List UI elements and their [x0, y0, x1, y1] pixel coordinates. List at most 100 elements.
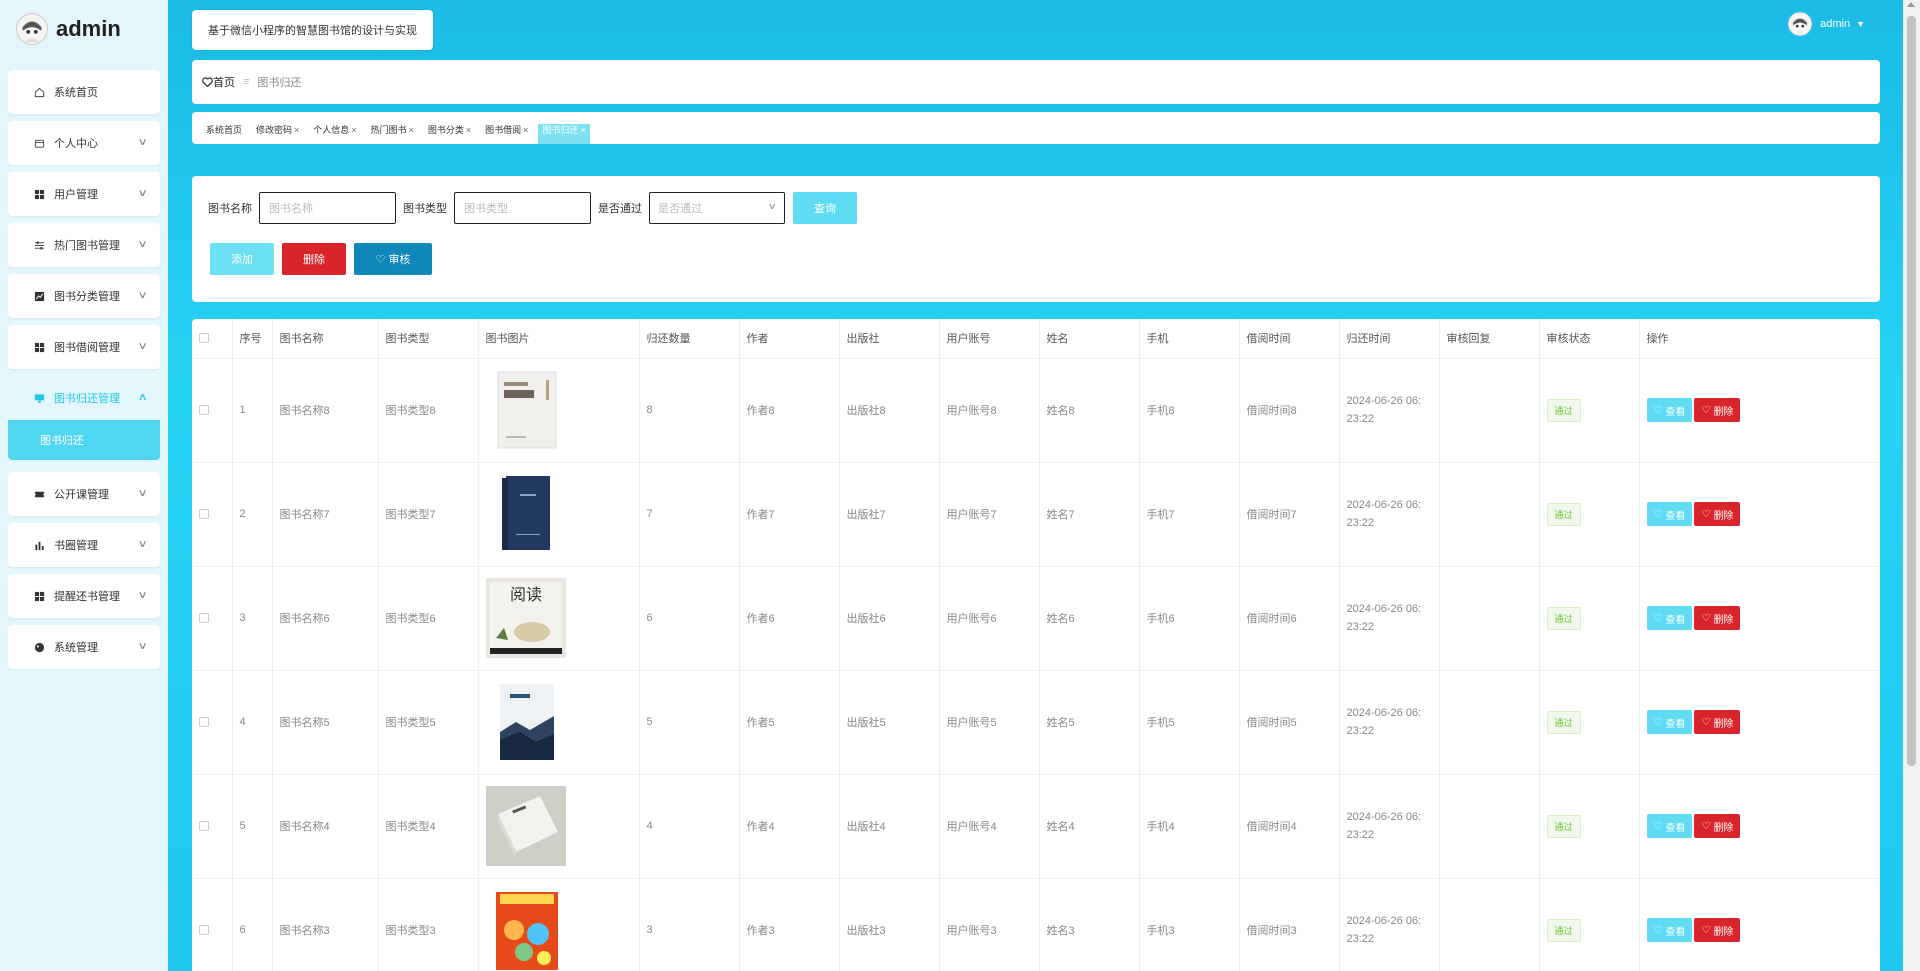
tab-tag-label: 修改密码	[256, 125, 293, 135]
user-menu[interactable]: admin ▼	[1788, 12, 1865, 36]
view-button[interactable]: ♡ 查看	[1646, 918, 1693, 942]
return-time-clock: 23:22	[1346, 829, 1375, 841]
close-icon[interactable]: ×	[580, 125, 585, 135]
view-button-label: 查看	[1665, 822, 1686, 834]
row-delete-button[interactable]: ♡ 删除	[1694, 814, 1741, 838]
row-checkbox[interactable]	[199, 405, 209, 416]
chevron-down-icon: ∨	[137, 488, 148, 499]
sidebar: admin 系统首页 个人中心 ∨ 用户管理 ∨ 热门图书管理 ∨ 图书分类管理 ∨ 图书借阅管理…	[0, 0, 168, 971]
row-checkbox[interactable]	[199, 821, 209, 832]
column-header: 作者	[739, 319, 840, 359]
tab-tag-0[interactable]: 系统首页	[202, 124, 246, 144]
sidebar-item-10[interactable]: 系统管理 ∨	[8, 625, 160, 669]
book-name-label: 图书名称	[208, 203, 252, 215]
cover-cell	[478, 358, 640, 463]
sidebar-item-7[interactable]: 公开课管理 ∨	[8, 472, 160, 516]
sidebar-item-label: 公开课管理	[54, 489, 109, 501]
return-time-clock: 23:22	[1346, 621, 1375, 633]
sidebar-menu: 系统首页个人中心 ∨ 用户管理 ∨ 热门图书管理 ∨ 图书分类管理 ∨ 图书借阅管理 ∨ 图书归还管…	[0, 58, 168, 669]
wallet-icon	[32, 138, 46, 149]
sidebar-item-5[interactable]: 图书借阅管理 ∨	[8, 325, 160, 369]
view-button-label: 查看	[1665, 718, 1686, 730]
table-row: 5 图书名称4 图书类型4 4 作者4 出版社4 用户账号4 姓名4 手机4 借阅时间4 2024-…	[192, 774, 1880, 879]
tab-tag-2[interactable]: 个人信息 ×	[309, 124, 360, 144]
cell-type: 图书类型5	[378, 670, 479, 775]
operation-cell: ♡ 查看 ♡ 删除	[1639, 566, 1880, 671]
sidebar-item-8[interactable]: 书圈管理 ∨	[8, 523, 160, 567]
close-icon[interactable]: ×	[523, 125, 528, 135]
audit-button[interactable]: ♡ 审核	[354, 243, 432, 275]
sidebar-item-9[interactable]: 提醒还书管理 ∨	[8, 574, 160, 618]
sidebar-item-3[interactable]: 热门图书管理 ∨	[8, 223, 160, 267]
column-header: 用户账号	[939, 319, 1040, 359]
view-button[interactable]: ♡ 查看	[1646, 502, 1693, 526]
breadcrumb-home[interactable]: 首页	[202, 74, 235, 90]
sidebar-item-2[interactable]: 用户管理 ∨	[8, 172, 160, 216]
tab-tag-3[interactable]: 热门图书 ×	[367, 124, 418, 144]
sidebar-item-6[interactable]: 图书归还管理 ∧	[8, 376, 160, 420]
view-button[interactable]: ♡ 查看	[1646, 814, 1693, 838]
cell-type: 图书类型8	[378, 358, 479, 463]
view-button[interactable]: ♡ 查看	[1646, 398, 1693, 422]
sidebar-item-0[interactable]: 系统首页	[8, 70, 160, 114]
row-delete-label: 删除	[1713, 822, 1734, 834]
view-button[interactable]: ♡ 查看	[1646, 606, 1693, 630]
row-delete-button[interactable]: ♡ 删除	[1694, 918, 1741, 942]
return-time-cell: 2024-06-26 06: 23:22	[1339, 774, 1440, 879]
cell-no: 6	[232, 878, 273, 971]
breadcrumb-current: 图书归还	[257, 77, 302, 89]
cell-qty: 4	[639, 774, 740, 879]
add-button[interactable]: 添加	[210, 243, 274, 275]
close-icon[interactable]: ×	[294, 125, 299, 135]
book-cover-image: 阅读	[485, 578, 566, 658]
tab-tag-1[interactable]: 修改密码 ×	[252, 124, 303, 144]
cell-phone: 手机4	[1139, 774, 1240, 879]
cell-borrow: 借阅时间6	[1239, 566, 1340, 671]
book-name-input[interactable]: 图书名称	[259, 192, 396, 224]
book-cover-image	[485, 890, 566, 970]
row-delete-label: 删除	[1713, 926, 1734, 938]
delete-button[interactable]: 删除	[282, 243, 346, 275]
grid-icon	[32, 189, 46, 200]
close-icon[interactable]: ×	[409, 125, 414, 135]
cell-no: 5	[232, 774, 273, 879]
close-icon[interactable]: ×	[351, 125, 356, 135]
sidebar-item-1[interactable]: 个人中心 ∨	[8, 121, 160, 165]
row-delete-button[interactable]: ♡ 删除	[1694, 398, 1741, 422]
scroll-thumb[interactable]	[1907, 16, 1916, 766]
status-badge: 通过	[1546, 710, 1581, 734]
row-select-cell	[192, 358, 233, 463]
select-all-checkbox[interactable]	[199, 333, 209, 344]
tab-tag-6[interactable]: 图书归还 ×	[538, 124, 590, 144]
sidebar-item-4[interactable]: 图书分类管理 ∨	[8, 274, 160, 318]
breadcrumb: 首页 ≡ 图书归还	[192, 60, 1880, 104]
view-button[interactable]: ♡ 查看	[1646, 710, 1693, 734]
submenu-item-return[interactable]: 图书归还	[8, 420, 160, 460]
cell-account: 用户账号8	[939, 358, 1040, 463]
row-checkbox[interactable]	[199, 925, 209, 936]
pass-select-placeholder: 是否通过	[658, 203, 702, 215]
chevron-down-icon: ∨	[137, 239, 148, 250]
close-icon[interactable]: ×	[466, 125, 471, 135]
page-scrollbar[interactable]	[1903, 0, 1920, 971]
tab-tag-4[interactable]: 图书分类 ×	[424, 124, 475, 144]
row-delete-label: 删除	[1713, 614, 1734, 626]
heart-icon: ♡	[1701, 924, 1711, 936]
sidebar-item-label: 书圈管理	[54, 540, 98, 552]
pass-select[interactable]: 是否通过 ∨	[649, 192, 785, 224]
book-cover-image	[485, 786, 566, 866]
cell-borrow: 借阅时间7	[1239, 462, 1340, 567]
row-delete-button[interactable]: ♡ 删除	[1694, 710, 1741, 734]
query-button[interactable]: 查询	[793, 192, 857, 224]
row-checkbox[interactable]	[199, 509, 209, 520]
heart-icon: ♡	[1653, 508, 1663, 520]
cell-qty: 7	[639, 462, 740, 567]
row-delete-button[interactable]: ♡ 删除	[1694, 606, 1741, 630]
row-delete-button[interactable]: ♡ 删除	[1694, 502, 1741, 526]
scroll-up-arrow-icon[interactable]	[1907, 2, 1915, 7]
book-type-input[interactable]: 图书类型	[454, 192, 591, 224]
row-checkbox[interactable]	[199, 717, 209, 728]
row-checkbox[interactable]	[199, 613, 209, 624]
tab-tag-5[interactable]: 图书借阅 ×	[481, 124, 532, 144]
book-cover-image	[485, 474, 566, 554]
